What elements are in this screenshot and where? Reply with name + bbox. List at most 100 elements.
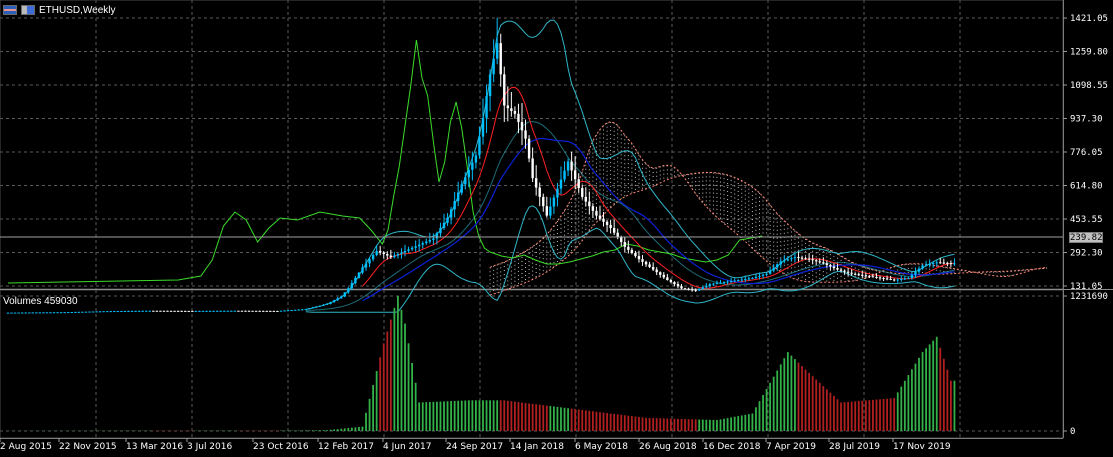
- candle-body: [109, 311, 112, 313]
- candle-body: [566, 161, 570, 171]
- candle-body: [917, 268, 921, 272]
- candle-body: [797, 257, 800, 259]
- time-tick-label: 4 Jun 2017: [383, 442, 431, 452]
- candle-body: [368, 259, 371, 264]
- candle-body: [311, 307, 315, 309]
- price-tick-label: 1259.80: [1070, 48, 1108, 58]
- candle-body: [517, 113, 520, 123]
- candle-body: [453, 201, 456, 210]
- candle-body: [804, 258, 807, 260]
- candle-body: [478, 136, 481, 156]
- candle-body: [878, 277, 882, 279]
- candle-body: [297, 309, 300, 311]
- flag-icon: [21, 5, 35, 15]
- candle-body: [623, 242, 626, 247]
- candle-body: [907, 277, 910, 279]
- candle-body: [145, 310, 148, 312]
- candle-body: [524, 130, 527, 139]
- candle-body: [180, 310, 183, 312]
- candle-body: [584, 196, 587, 202]
- volumes-label: Volumes 459030: [3, 295, 78, 307]
- candle-body: [719, 282, 722, 284]
- candle-body: [634, 252, 637, 257]
- candle-body: [389, 255, 393, 258]
- candle-body: [868, 275, 871, 277]
- candle-body: [871, 276, 875, 278]
- candle-body: [98, 311, 102, 313]
- candle-body: [155, 310, 159, 312]
- candle-body: [811, 259, 814, 261]
- candle-body: [191, 310, 194, 312]
- candle-body: [425, 241, 428, 244]
- candle-body: [666, 277, 669, 280]
- candle-body: [850, 272, 853, 274]
- candle-body: [832, 266, 836, 269]
- candle-body: [106, 311, 109, 313]
- candle-body: [364, 263, 368, 268]
- candle-body: [900, 278, 903, 280]
- candle-body: [67, 312, 70, 314]
- chart-canvas[interactable]: 1421.05 1259.80 1098.55 937.30 776.05 614.80 4…: [0, 0, 1113, 457]
- candle-body: [332, 300, 336, 303]
- candle-body: [219, 310, 222, 312]
- price-axis[interactable]: 1421.05 1259.80 1098.55 937.30 776.05 614.80 4…: [1063, 14, 1108, 292]
- candle-body: [449, 209, 453, 218]
- candle-body: [198, 310, 201, 312]
- candle-body: [747, 278, 751, 280]
- time-tick-label: 28 Jul 2019: [829, 442, 880, 452]
- price-tick-label: 1098.55: [1070, 81, 1108, 91]
- candle-body: [815, 260, 818, 262]
- candle-body: [343, 292, 346, 297]
- candle-body: [889, 278, 892, 280]
- time-tick-label: 2 Aug 2015: [0, 442, 52, 452]
- time-tick-label: 17 Nov 2019: [893, 442, 951, 452]
- candle-body: [758, 275, 761, 277]
- candle-body: [534, 178, 538, 188]
- candle-body: [162, 310, 166, 312]
- candle-body: [347, 288, 350, 293]
- symbol-header: ETHUSD,Weekly: [3, 3, 116, 17]
- candle-body: [120, 311, 123, 313]
- candle-body: [676, 284, 680, 287]
- candle-body: [77, 311, 81, 313]
- candle-body: [95, 311, 98, 313]
- candle-body: [258, 310, 261, 312]
- candle-body: [790, 258, 793, 260]
- candle-body: [839, 269, 843, 271]
- time-tick-label: 14 Jan 2018: [510, 442, 564, 452]
- candle-body: [556, 188, 559, 198]
- candle-body: [201, 310, 205, 312]
- time-tick-label: 26 Aug 2018: [639, 442, 697, 452]
- candle-body: [492, 58, 495, 75]
- candle-body: [49, 312, 52, 314]
- candle-body: [208, 310, 212, 312]
- candle-body: [822, 262, 825, 264]
- candle-body: [393, 255, 396, 258]
- candle-body: [708, 284, 712, 286]
- candle-body: [435, 233, 439, 239]
- candle-body: [279, 310, 283, 312]
- current-price-badge: 239.82: [1069, 232, 1103, 243]
- candle-body: [542, 196, 545, 207]
- candle-body: [694, 289, 697, 291]
- candle-body: [499, 43, 502, 75]
- candle-body: [173, 310, 176, 312]
- candle-body: [864, 275, 868, 277]
- candle-body: [24, 312, 27, 314]
- candle-body: [503, 74, 506, 106]
- candle-body: [829, 264, 832, 267]
- price-tick-label: 937.30: [1070, 115, 1103, 125]
- candle-body: [293, 309, 297, 311]
- candle-body: [31, 312, 35, 314]
- candle-body: [315, 306, 318, 308]
- candle-body: [659, 272, 662, 275]
- candle-body: [371, 255, 375, 260]
- candle-body: [354, 277, 357, 284]
- candle-body: [513, 111, 517, 114]
- candle-body: [81, 311, 84, 313]
- candle-body: [673, 282, 676, 285]
- candle-body: [251, 310, 254, 312]
- candle-body: [102, 311, 105, 313]
- candle-body: [152, 310, 155, 312]
- candle-body: [45, 312, 49, 314]
